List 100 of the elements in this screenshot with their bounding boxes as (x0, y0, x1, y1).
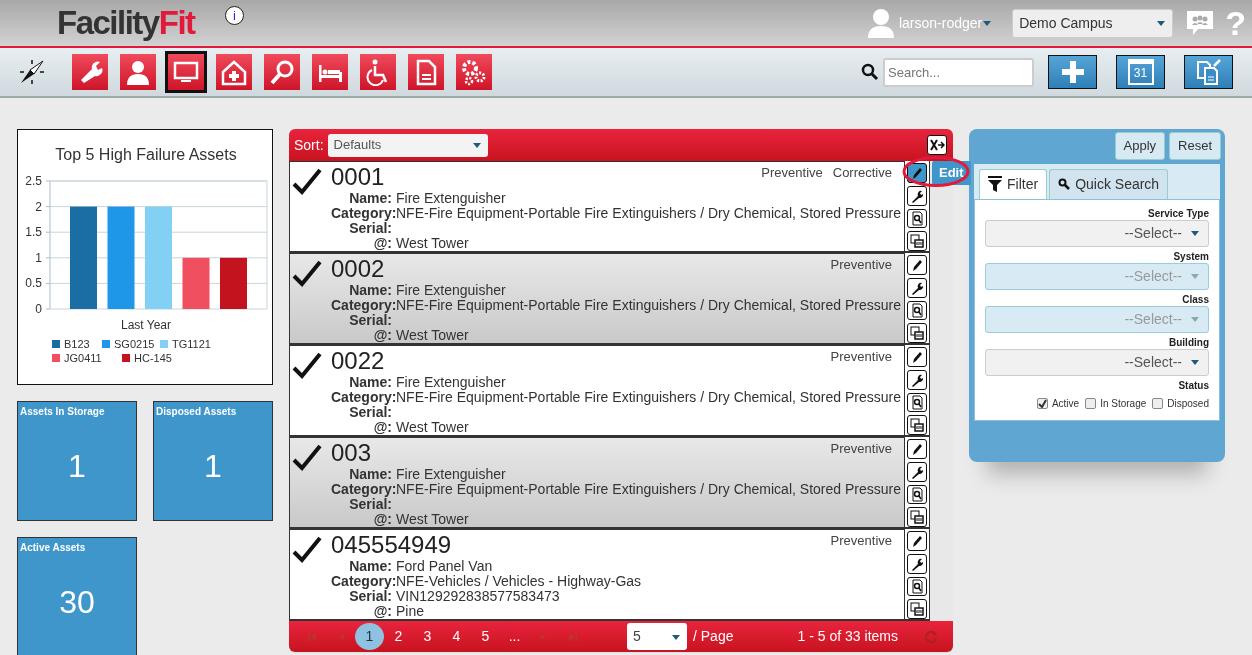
caret-icon (1156, 18, 1167, 28)
check-icon (1037, 398, 1047, 408)
add-button[interactable] (1048, 55, 1097, 89)
module-button[interactable] (456, 54, 492, 90)
copy-button[interactable] (907, 323, 927, 343)
edit-button[interactable] (907, 255, 927, 275)
magnifier-document-icon (909, 486, 925, 503)
caret-icon (982, 18, 993, 28)
copy-button[interactable] (907, 231, 927, 251)
work-order-button[interactable] (907, 185, 927, 206)
search-icon (861, 63, 879, 81)
copy-button[interactable] (907, 507, 927, 527)
field-label: Service Type (1147, 207, 1209, 220)
checkbox-label: Disposed (1167, 396, 1209, 411)
sort-select[interactable]: Defaults (327, 133, 488, 157)
inspect-button[interactable] (907, 576, 927, 597)
asset-number: 0022 (331, 348, 385, 374)
checkbox[interactable] (1152, 397, 1164, 409)
refresh-icon (923, 630, 938, 645)
select-field[interactable]: --Select-- (985, 348, 1209, 376)
search-icon (1058, 178, 1071, 190)
field-label: Name: (348, 375, 392, 390)
service-tag: Preventive (830, 255, 892, 275)
caret-icon (1190, 357, 1200, 367)
module-button[interactable] (360, 54, 396, 90)
page-button[interactable]: 1 (355, 623, 384, 650)
inspect-button[interactable] (907, 484, 927, 505)
page-size-label: / Page (693, 627, 734, 646)
field-value: NFE-Fire Equipment-Portable Fire Extinguishers / Dry Chemical, Stored Pressure (396, 298, 901, 313)
action-button[interactable]: Reset (1169, 132, 1221, 160)
inspect-button[interactable] (907, 300, 927, 321)
inspect-button[interactable] (907, 208, 927, 229)
work-order-button[interactable] (907, 461, 927, 482)
edit-button[interactable] (907, 531, 927, 551)
page-button[interactable]: 2 (384, 623, 413, 650)
service-tag: Preventive (830, 531, 892, 551)
list-row[interactable]: 003 Name: Fire Extenguisher Category:NFE-Fire Equipment-Portable Fire Extinguishers / Dry Chemical, Stored Pressure Serial: @: West Tower Preventive (289, 437, 905, 527)
copy-button[interactable] (907, 415, 927, 435)
field-value: West Tower (396, 420, 469, 435)
module-button[interactable] (216, 54, 252, 90)
checkbox[interactable] (1085, 397, 1097, 409)
list-row[interactable]: 045554949 Name: Ford Panel Van Category:NFE-Vehicles / Vehicles - Highway-Gas Serial: VIN129292838577583473 @: Pine Preventive (289, 529, 905, 619)
module-button[interactable] (264, 54, 300, 90)
work-order-button[interactable] (907, 369, 927, 390)
module-button[interactable] (168, 54, 204, 90)
panel-tab[interactable]: Quick Search (1049, 168, 1169, 199)
asset-number: 003 (331, 440, 372, 466)
documents-button[interactable] (1184, 55, 1233, 89)
work-order-button[interactable] (907, 553, 927, 574)
list-row[interactable]: 0002 Name: Fire Extenguisher Category:NFE-Fire Equipment-Portable Fire Extinguishers / Dry Chemical, Stored Pressure Serial: @: West Tower Preventive (289, 253, 905, 343)
field-label: Serial: (349, 497, 392, 512)
calendar-button[interactable]: 31 (1116, 55, 1165, 89)
field-label: Building (1168, 336, 1209, 349)
status-label: Status (1177, 379, 1209, 392)
module-button[interactable] (408, 54, 444, 90)
list-row[interactable]: 0001 Name: Fire Extenguisher Category:NFE-Fire Equipment-Portable Fire Extinguishers / Dry Chemical, Stored Pressure Serial: @: West Tower Preventive Corrective (289, 161, 905, 251)
field-label: Name: (348, 191, 392, 206)
panel-tab[interactable]: Filter (979, 168, 1048, 199)
action-button[interactable]: Apply (1114, 132, 1166, 160)
work-order-button[interactable] (907, 277, 927, 298)
magnifier-document-icon (909, 394, 925, 411)
field-value: Fire Extenguisher (396, 467, 506, 482)
page-size-select[interactable]: 5 (627, 623, 687, 650)
x-axis-label: Last Year (121, 318, 171, 332)
copy-windows-icon (909, 601, 925, 618)
tile-label: Disposed Assets (156, 405, 237, 419)
legend-item: HC-145 (122, 352, 172, 364)
checkbox[interactable] (1036, 397, 1048, 409)
caret-icon (1190, 271, 1200, 281)
page-button[interactable]: 3 (413, 623, 442, 650)
field-value: NFE-Vehicles / Vehicles - Highway-Gas (396, 574, 642, 589)
tile-value: 1 (203, 447, 223, 486)
page-button[interactable]: 4 (442, 623, 471, 650)
compass-icon[interactable] (18, 58, 46, 86)
legend-label: JG0411 (64, 352, 102, 364)
page-button[interactable]: ... (500, 623, 529, 650)
gears-icon (460, 58, 488, 86)
select-field[interactable]: --Select-- (985, 219, 1209, 247)
module-button[interactable] (312, 54, 348, 90)
module-button[interactable] (72, 54, 108, 90)
plus-icon (1059, 59, 1086, 85)
edit-button[interactable] (907, 439, 927, 459)
list-row[interactable]: 0022 Name: Fire Extenguisher Category:NFE-Fire Equipment-Portable Fire Extinguishers / Dry Chemical, Stored Pressure Serial: @: West Tower Preventive (289, 345, 905, 435)
info-button[interactable]: i (225, 6, 244, 25)
inspect-button[interactable] (907, 392, 927, 413)
copy-button[interactable] (907, 599, 927, 619)
module-button[interactable] (120, 54, 156, 90)
search-field[interactable]: Search... (883, 57, 1034, 87)
copy-windows-icon (909, 509, 925, 526)
field-label: @: (372, 512, 392, 527)
collapse-button[interactable] (927, 135, 947, 155)
magnifier-document-icon (909, 210, 925, 227)
service-tag: Preventive (830, 439, 892, 459)
field-value: Fire Extenguisher (396, 283, 506, 298)
field-label: @: (372, 420, 392, 435)
service-tag: Preventive (761, 163, 823, 183)
page-button[interactable]: 5 (471, 623, 500, 650)
edit-button[interactable] (907, 347, 927, 367)
copy-windows-icon (909, 233, 925, 250)
campus-select[interactable]: Demo Campus (1012, 8, 1174, 38)
